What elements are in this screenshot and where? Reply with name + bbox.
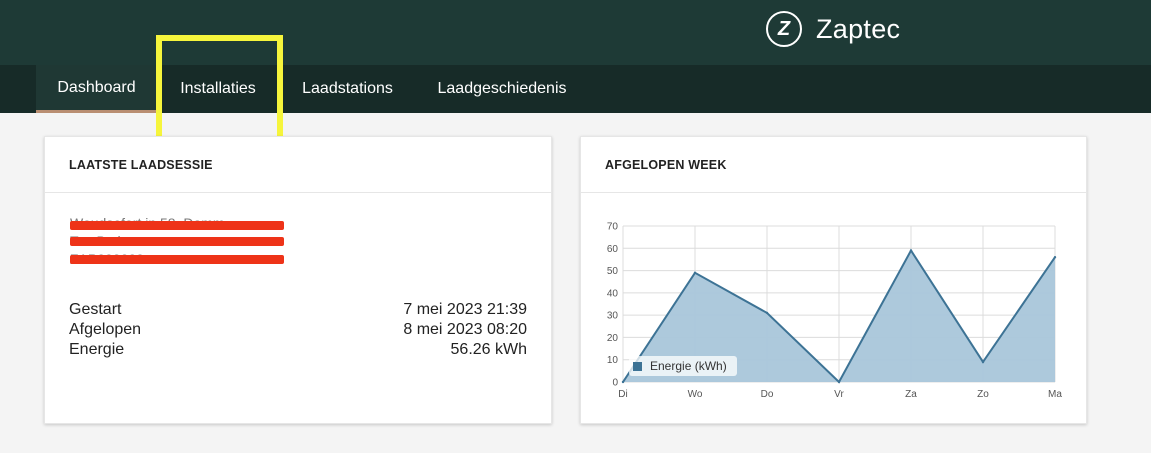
zaptec-logo[interactable]: Z Zaptec	[766, 9, 900, 49]
session-row-value: 56.26 kWh	[450, 341, 527, 358]
top-header: Z Zaptec	[0, 0, 1151, 65]
y-tick-label: 20	[607, 333, 619, 344]
weekly-energy-chart: 0 10 20 30 40 50 60 70 Di Wo Do Vr Za Zo Ma Energie (kW…	[607, 222, 1063, 401]
x-tick-label: Do	[761, 389, 774, 400]
energy-point	[909, 249, 913, 252]
redaction-bar	[70, 255, 284, 264]
tab-installaties[interactable]: Installaties	[160, 65, 276, 113]
x-tick-label: Ma	[1048, 389, 1062, 400]
legend-label: Energie (kWh)	[650, 359, 727, 373]
energy-point	[1053, 256, 1057, 259]
x-tick-label: Di	[618, 389, 627, 400]
redaction-bar	[70, 237, 284, 246]
energy-point	[765, 311, 769, 315]
y-tick-label: 30	[607, 311, 619, 322]
x-tick-label: Wo	[688, 389, 703, 400]
zaptec-logo-icon: Z	[766, 11, 802, 47]
redaction-bar	[70, 221, 284, 230]
y-tick-label: 10	[607, 355, 619, 366]
session-row-started: Gestart 7 mei 2023 21:39	[69, 301, 527, 321]
past-week-card: AFGELOPEN WEEK 0 10 20 30 40 50 60 70 Di Wo Do Vr Za…	[580, 136, 1087, 424]
energy-point	[981, 360, 985, 364]
energy-point	[837, 380, 841, 384]
session-row-energy: Energie 56.26 kWh	[69, 341, 527, 361]
x-tick-label: Za	[905, 389, 917, 400]
x-tick-label: Zo	[977, 389, 989, 400]
last-session-card: LAATSTE LAADSESSIE Woudsefort in 58, Dam…	[44, 136, 552, 424]
tab-laadgeschiedenis[interactable]: Laadgeschiedenis	[420, 65, 584, 113]
y-tick-label: 50	[607, 266, 619, 277]
legend-swatch	[633, 362, 642, 371]
y-tick-label: 70	[607, 222, 619, 233]
y-tick-label: 40	[607, 288, 619, 299]
x-tick-label: Vr	[834, 389, 844, 400]
energy-point	[621, 380, 625, 384]
tab-dashboard[interactable]: Dashboard	[36, 65, 157, 113]
y-tick-label: 0	[612, 378, 618, 389]
session-row-label: Gestart	[69, 301, 122, 318]
energy-point	[693, 271, 697, 274]
session-row-label: Energie	[69, 341, 125, 358]
session-row-value: 7 mei 2023 21:39	[403, 301, 527, 318]
session-row-value: 8 mei 2023 08:20	[403, 321, 527, 338]
y-tick-label: 60	[607, 244, 619, 255]
main-nav: Dashboard Installaties Laadstations Laad…	[0, 65, 1151, 113]
session-row-label: Afgelopen	[69, 321, 142, 338]
tab-laadstations[interactable]: Laadstations	[284, 65, 411, 113]
brand-name: Zaptec	[816, 13, 901, 44]
session-row-ended: Afgelopen 8 mei 2023 08:20	[69, 321, 527, 341]
last-session-title: LAATSTE LAADSESSIE	[45, 137, 551, 193]
